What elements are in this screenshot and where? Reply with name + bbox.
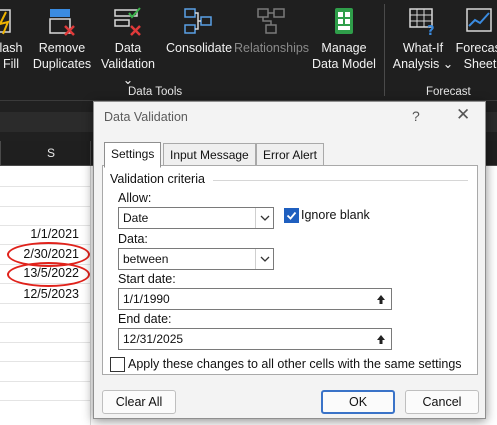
column-header-s[interactable]: S <box>40 141 62 165</box>
remove-duplicates-button[interactable]: Remove Duplicates <box>30 6 94 72</box>
ignore-blank-checkbox[interactable] <box>284 208 299 223</box>
chevron-down-icon[interactable] <box>255 249 273 269</box>
consolidate-label: Consolidate <box>166 41 233 55</box>
data-dropdown[interactable]: between <box>118 248 274 270</box>
end-date-label: End date: <box>118 312 172 326</box>
clear-all-button[interactable]: Clear All <box>102 390 176 414</box>
consolidate-icon <box>183 6 213 36</box>
gridline-horizontal <box>0 186 90 187</box>
data-model-icon <box>329 6 359 36</box>
consolidate-button[interactable]: Consolidate <box>166 6 233 56</box>
end-date-value: 12/31/2025 <box>123 332 184 346</box>
data-value: between <box>123 252 169 266</box>
group-separator <box>384 4 385 96</box>
relationships-icon <box>256 6 286 36</box>
range-picker-icon[interactable] <box>371 289 391 309</box>
remove-duplicates-label: Remove Duplicates <box>32 41 92 71</box>
data-validation-icon <box>113 6 143 36</box>
relationships-button[interactable]: Relationships <box>234 6 310 56</box>
gridline-horizontal <box>0 361 90 362</box>
forecast-sheet-icon <box>465 6 495 36</box>
data-validation-dialog: Data Validation ? ✕ Settings Input Messa… <box>93 101 486 419</box>
svg-text:?: ? <box>427 24 435 36</box>
allow-label: Allow: <box>118 191 152 205</box>
start-date-value: 1/1/1990 <box>123 292 170 306</box>
flash-fill-label: lash Fill <box>0 41 23 71</box>
group-label-data-tools: Data Tools <box>128 86 183 98</box>
what-if-analysis-label: What-If Analysis ⌄ <box>392 41 454 71</box>
gridline-horizontal <box>0 303 90 304</box>
end-date-field[interactable]: 12/31/2025 <box>118 328 392 350</box>
forecast-sheet-button[interactable]: Forecast Sheet <box>455 6 497 72</box>
manage-data-model-label: Manage Data Model <box>312 41 376 71</box>
ok-button[interactable]: OK <box>321 390 395 414</box>
tab-error-alert[interactable]: Error Alert <box>256 143 325 166</box>
forecast-sheet-label: Forecast Sheet <box>455 41 497 71</box>
validation-criteria-heading: Validation criteria <box>110 172 205 186</box>
cancel-button[interactable]: Cancel <box>405 390 479 414</box>
allow-dropdown[interactable]: Date <box>118 207 274 229</box>
chevron-down-icon[interactable] <box>255 208 273 228</box>
gridline-horizontal <box>0 381 90 382</box>
close-button[interactable]: ✕ <box>456 105 470 125</box>
tab-settings[interactable]: Settings <box>104 142 162 168</box>
relationships-label: Relationships <box>234 41 310 55</box>
start-date-label: Start date: <box>118 272 176 286</box>
what-if-analysis-icon: ? <box>408 6 438 39</box>
start-date-field[interactable]: 1/1/1990 <box>118 288 392 310</box>
column-divider <box>0 141 1 165</box>
allow-value: Date <box>123 211 149 225</box>
highlight-oval <box>7 262 90 287</box>
cell-value[interactable]: 12/5/2023 <box>23 287 79 301</box>
manage-data-model-button[interactable]: Manage Data Model <box>311 6 377 72</box>
apply-all-checkbox[interactable] <box>110 357 125 372</box>
dialog-title: Data Validation <box>104 110 188 124</box>
tab-input-message[interactable]: Input Message <box>163 143 256 166</box>
ribbon: lash Fill Remove Duplicates Data Validat… <box>0 0 497 100</box>
gridline-horizontal <box>0 400 90 401</box>
range-picker-icon[interactable] <box>371 329 391 349</box>
column-divider <box>90 141 91 165</box>
cell-value[interactable]: 1/1/2021 <box>30 227 79 241</box>
group-label-forecast: Forecast <box>426 86 471 98</box>
remove-duplicates-icon <box>47 6 77 36</box>
gridline-vertical <box>90 166 91 425</box>
data-validation-button[interactable]: Data Validation ⌄ <box>95 6 161 88</box>
gridline-horizontal <box>0 206 90 207</box>
data-label: Data: <box>118 232 148 246</box>
flash-fill-icon <box>0 6 26 36</box>
ignore-blank-label: Ignore blank <box>301 208 370 222</box>
gridline-horizontal <box>0 322 90 323</box>
gridline-horizontal <box>0 342 90 343</box>
help-button[interactable]: ? <box>412 108 420 124</box>
flash-fill-button[interactable]: lash Fill <box>0 6 26 72</box>
apply-all-label: Apply these changes to all other cells w… <box>128 357 462 371</box>
gridline-horizontal <box>0 225 90 226</box>
what-if-analysis-button[interactable]: ? What-If Analysis ⌄ <box>392 6 454 72</box>
data-validation-label: Data Validation ⌄ <box>101 41 155 87</box>
section-divider <box>213 180 468 181</box>
